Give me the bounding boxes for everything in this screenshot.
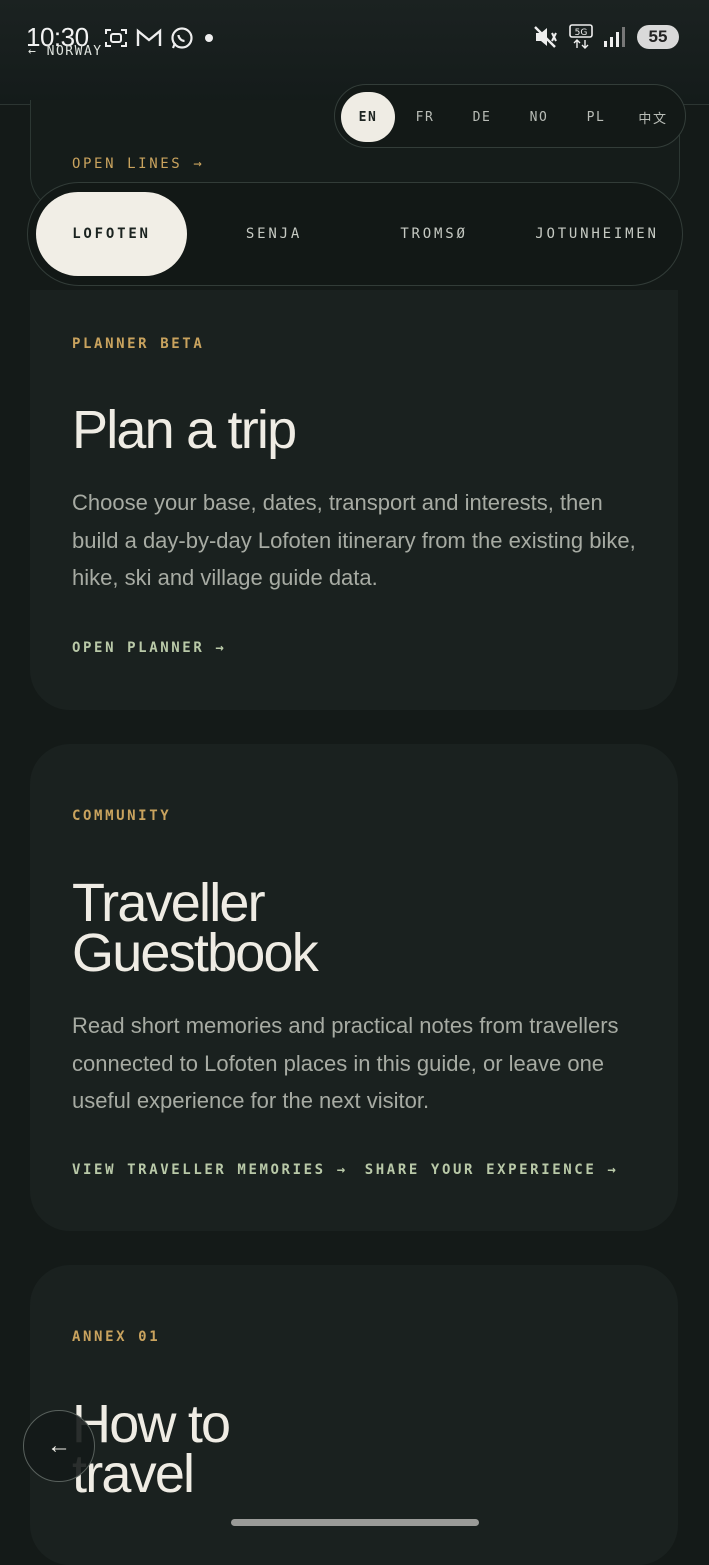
share-experience-link[interactable]: SHARE YOUR EXPERIENCE → [365,1162,619,1178]
region-tabs: LOFOTEN SENJA TROMSØ JOTUNHEIMEN [27,182,683,286]
planner-title: Plan a trip [72,400,297,460]
whatsapp-icon [171,27,193,49]
gmail-icon [136,28,162,46]
annex-title: How to travel [72,1397,231,1501]
notification-icons [104,26,216,50]
svg-text:5G: 5G [575,28,588,38]
dot-icon [205,34,213,42]
guestbook-eyebrow: COMMUNITY [72,808,172,824]
home-indicator[interactable] [231,1519,479,1526]
signal-icon [604,27,625,47]
back-arrow-icon: ← [47,1432,71,1459]
guestbook-card: COMMUNITY Traveller Guestbook Read short… [30,744,678,1231]
screenshot-icon [105,29,127,47]
view-memories-link[interactable]: VIEW TRAVELLER MEMORIES → [72,1162,348,1178]
system-icons: 5G 55 [533,24,679,50]
lang-de[interactable]: DE [455,92,509,142]
tab-senja[interactable]: SENJA [200,192,348,276]
tab-tromso[interactable]: TROMSØ [360,192,508,276]
tab-jotunheimen[interactable]: JOTUNHEIMEN [518,192,676,276]
floating-back-button[interactable]: ← [23,1410,95,1482]
planner-card: PLANNER BETA Plan a trip Choose your bas… [30,290,678,710]
planner-eyebrow: PLANNER BETA [72,336,205,352]
lang-no[interactable]: NO [512,92,566,142]
guestbook-description: Read short memories and practical notes … [72,1013,619,1113]
back-to-norway-link[interactable]: ← NORWAY [28,44,103,59]
lang-zh[interactable]: 中文 [626,92,680,142]
language-switcher: EN FR DE NO PL 中文 [334,84,686,148]
open-lines-link[interactable]: OPEN LINES → [72,156,204,172]
lang-pl[interactable]: PL [569,92,623,142]
guestbook-title: Traveller Guestbook [72,876,319,980]
lang-en[interactable]: EN [341,92,395,142]
annex-eyebrow: ANNEX 01 [72,1329,161,1345]
guestbook-links: VIEW TRAVELLER MEMORIES → SHARE YOUR EXP… [72,1162,618,1178]
status-bar: 10:30 5G 55 [0,0,709,76]
open-planner-link[interactable]: OPEN PLANNER → [72,640,226,656]
tab-lofoten[interactable]: LOFOTEN [36,192,187,276]
lang-fr[interactable]: FR [398,92,452,142]
battery-indicator: 55 [637,25,679,49]
planner-description: Choose your base, dates, transport and i… [72,490,636,590]
5g-icon: 5G [569,24,593,49]
mute-icon [534,26,557,48]
guestbook-title-line2: Guestbook [72,923,319,983]
